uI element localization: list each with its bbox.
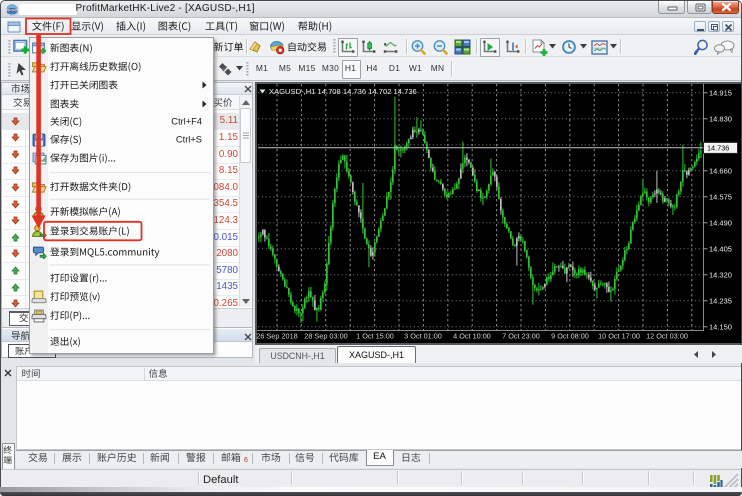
svg-text:Ctrl+F4: Ctrl+F4 <box>171 117 202 127</box>
svg-text:Ctrl+S: Ctrl+S <box>176 135 202 145</box>
